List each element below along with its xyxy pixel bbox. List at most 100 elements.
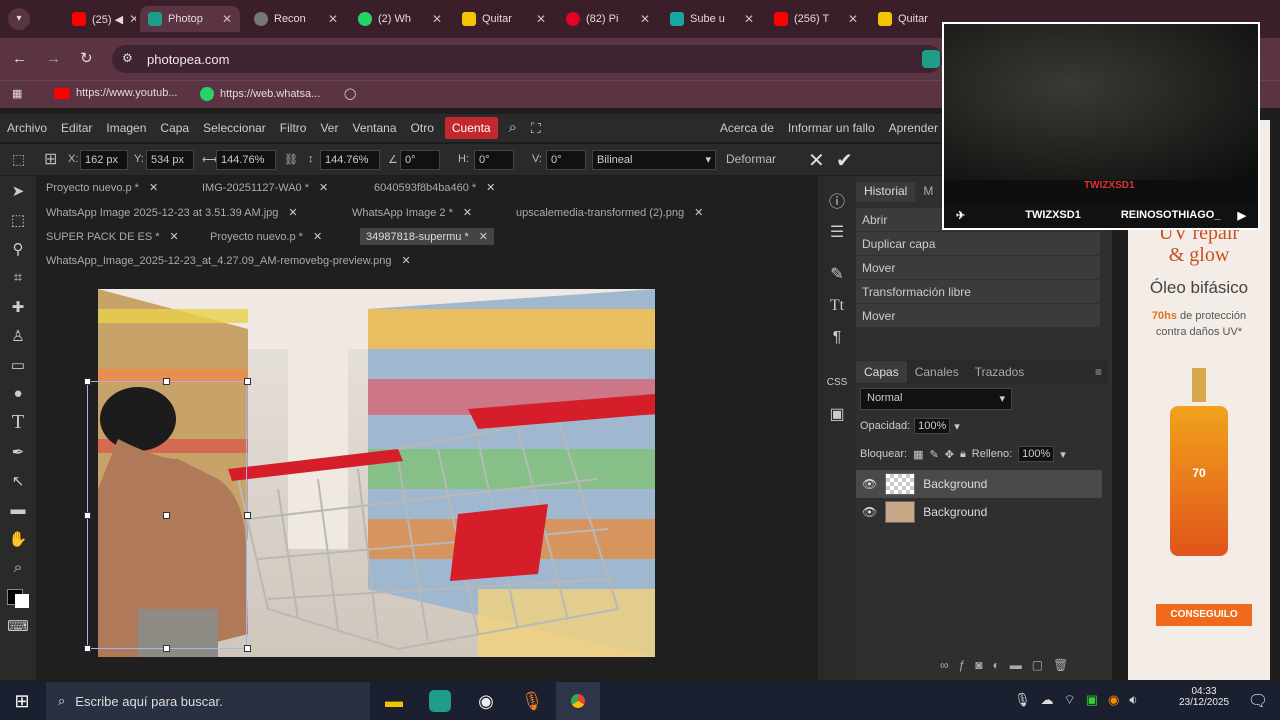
history-item[interactable]: Mover	[856, 304, 1100, 328]
notifications-icon[interactable]: 🗨︎	[1236, 682, 1280, 720]
trash-icon[interactable]: 🗑︎	[1053, 658, 1068, 672]
zoom-tool-icon[interactable]: ⌕	[0, 553, 36, 582]
doc-tab[interactable]: WhatsApp_Image_2025-12-23_at_4.27.09_AM-…	[46, 254, 411, 267]
cloud-icon[interactable]: ☁	[1041, 692, 1054, 708]
eraser-tool-icon[interactable]: ▭	[0, 350, 36, 379]
lock-pixels-icon[interactable]: ▦	[913, 448, 923, 461]
bookmark-youtube[interactable]: https://www.youtub...	[54, 87, 178, 99]
chevron-down-icon[interactable]: ▾	[1060, 448, 1066, 461]
menu-imagen[interactable]: Imagen	[99, 114, 153, 142]
width-field[interactable]: 144.76%	[216, 150, 276, 170]
obs-tray-icon[interactable]: ◉	[1108, 692, 1119, 708]
hskew-field[interactable]: 0°	[474, 150, 514, 170]
chrome-icon[interactable]	[556, 682, 600, 720]
blend-mode-select[interactable]: Normal ▾	[860, 388, 1012, 410]
taskbar-search[interactable]: ⌕ Escribe aquí para buscar.	[46, 682, 370, 720]
close-icon[interactable]: ✕	[222, 12, 232, 26]
marquee-tool-icon[interactable]: ⬚	[0, 205, 36, 234]
close-icon[interactable]: ✕	[319, 182, 328, 194]
new-layer-icon[interactable]: ▢	[1032, 658, 1043, 672]
transform-handle[interactable]	[163, 645, 170, 652]
menu-editar[interactable]: Editar	[54, 114, 99, 142]
panel-menu-icon[interactable]: ≡	[1095, 365, 1102, 379]
tab-capas[interactable]: Capas	[856, 361, 907, 383]
link-layers-icon[interactable]: ∞	[940, 658, 949, 672]
transform-center[interactable]	[163, 512, 170, 519]
tab-canales[interactable]: Canales	[907, 361, 967, 383]
browser-tab-active[interactable]: Photop ✕	[140, 6, 240, 32]
layer-row[interactable]: 👁︎ Background	[856, 498, 1102, 526]
transform-handle[interactable]	[244, 378, 251, 385]
path-select-icon[interactable]: ↖	[0, 466, 36, 495]
reference-point-icon[interactable]: ⊞	[44, 149, 57, 169]
info-icon[interactable]: ⓘ	[818, 184, 856, 216]
fullscreen-icon[interactable]: ⛶	[524, 114, 548, 142]
url-field[interactable]: ⚙ photopea.com	[112, 45, 942, 73]
close-icon[interactable]: ✕	[129, 12, 136, 26]
brush-icon[interactable]: ✎	[818, 258, 856, 290]
menu-otro[interactable]: Otro	[404, 114, 441, 142]
browser-tab[interactable]: Recon ✕	[246, 6, 346, 32]
magic-wand-icon[interactable]: ⚲	[0, 234, 36, 263]
angle-field[interactable]: 0°	[400, 150, 440, 170]
commit-icon[interactable]: ✔	[836, 148, 853, 173]
tab-m[interactable]: M	[915, 182, 941, 202]
blur-tool-icon[interactable]: ●	[0, 379, 36, 408]
close-icon[interactable]: ✕	[432, 12, 442, 26]
doc-tab[interactable]: upscalemedia-transformed (2).png ✕	[516, 206, 703, 219]
tab-search-button[interactable]: ▾	[8, 8, 30, 30]
folder-icon[interactable]: ▬	[1010, 658, 1022, 672]
hand-tool-icon[interactable]: ✋	[0, 524, 36, 553]
doc-tab[interactable]: 6040593f8b4ba460 * ✕	[374, 181, 495, 194]
fill-field[interactable]: 100%	[1018, 446, 1055, 462]
close-icon[interactable]: ✕	[744, 12, 754, 26]
menu-filtro[interactable]: Filtro	[273, 114, 314, 142]
crop-tool-icon[interactable]: ⌗	[0, 263, 36, 292]
tab-trazados[interactable]: Trazados	[967, 361, 1033, 383]
browser-tab[interactable]: (82) Pi ✕	[558, 6, 658, 32]
link-icon[interactable]: ⛓	[284, 153, 298, 166]
mask-icon[interactable]: ◙	[975, 658, 982, 672]
close-icon[interactable]: ✕	[170, 231, 179, 243]
file-explorer-icon[interactable]: ▬	[372, 682, 416, 720]
cancel-icon[interactable]: ✕	[808, 148, 825, 173]
image-icon[interactable]: ▣	[818, 398, 856, 430]
transform-handle[interactable]	[244, 512, 251, 519]
menu-informar[interactable]: Informar un fallo	[781, 114, 882, 142]
menu-ventana[interactable]: Ventana	[345, 114, 403, 142]
menu-archivo[interactable]: Archivo	[0, 114, 54, 142]
wifi-icon[interactable]: ⌔	[1064, 692, 1076, 708]
menu-cuenta[interactable]: Cuenta	[444, 117, 498, 139]
doc-tab[interactable]: Proyecto nuevo.p * ✕	[46, 181, 158, 194]
photopea-taskbar-icon[interactable]	[418, 682, 462, 720]
move-tool-icon[interactable]: ⬚	[12, 151, 25, 168]
stamp-tool-icon[interactable]: ♙	[0, 321, 36, 350]
close-icon[interactable]: ✕	[848, 12, 858, 26]
lock-all-icon[interactable]: 🔒︎	[960, 448, 966, 461]
doc-tab[interactable]: SUPER PACK DE ES * ✕	[46, 230, 179, 243]
menu-aprender[interactable]: Aprender	[882, 114, 945, 142]
deform-button[interactable]: Deformar	[726, 152, 776, 166]
move-tool-icon[interactable]: ➤	[0, 176, 36, 205]
transform-handle[interactable]	[84, 645, 91, 652]
close-icon[interactable]: ✕	[463, 207, 472, 219]
apps-icon[interactable]: ▦	[12, 87, 22, 100]
paragraph-icon[interactable]: ¶	[818, 322, 856, 354]
pen-tool-icon[interactable]: ✒	[0, 437, 36, 466]
chevron-down-icon[interactable]: ▾	[954, 420, 960, 433]
extension-icon[interactable]	[922, 50, 940, 68]
transform-handle[interactable]	[84, 512, 91, 519]
bookmark-whatsapp[interactable]: https://web.whatsa...	[200, 87, 320, 101]
transform-handle[interactable]	[244, 645, 251, 652]
text-tool-icon[interactable]: T	[0, 408, 36, 437]
eye-icon[interactable]: 👁︎	[862, 477, 877, 491]
doc-tab[interactable]: Proyecto nuevo.p * ✕	[210, 230, 322, 243]
mic-tray-icon[interactable]: 🎙︎	[1014, 692, 1031, 708]
tab-historial[interactable]: Historial	[856, 182, 916, 202]
eye-icon[interactable]: 👁︎	[862, 505, 877, 519]
forward-icon[interactable]: →	[46, 50, 61, 67]
keyboard-icon[interactable]: ⌨	[0, 611, 36, 640]
volume-icon[interactable]: 🔉︎	[1129, 692, 1137, 708]
obs-icon[interactable]: ◉	[464, 682, 508, 720]
doc-tab[interactable]: WhatsApp Image 2 * ✕	[352, 206, 472, 219]
